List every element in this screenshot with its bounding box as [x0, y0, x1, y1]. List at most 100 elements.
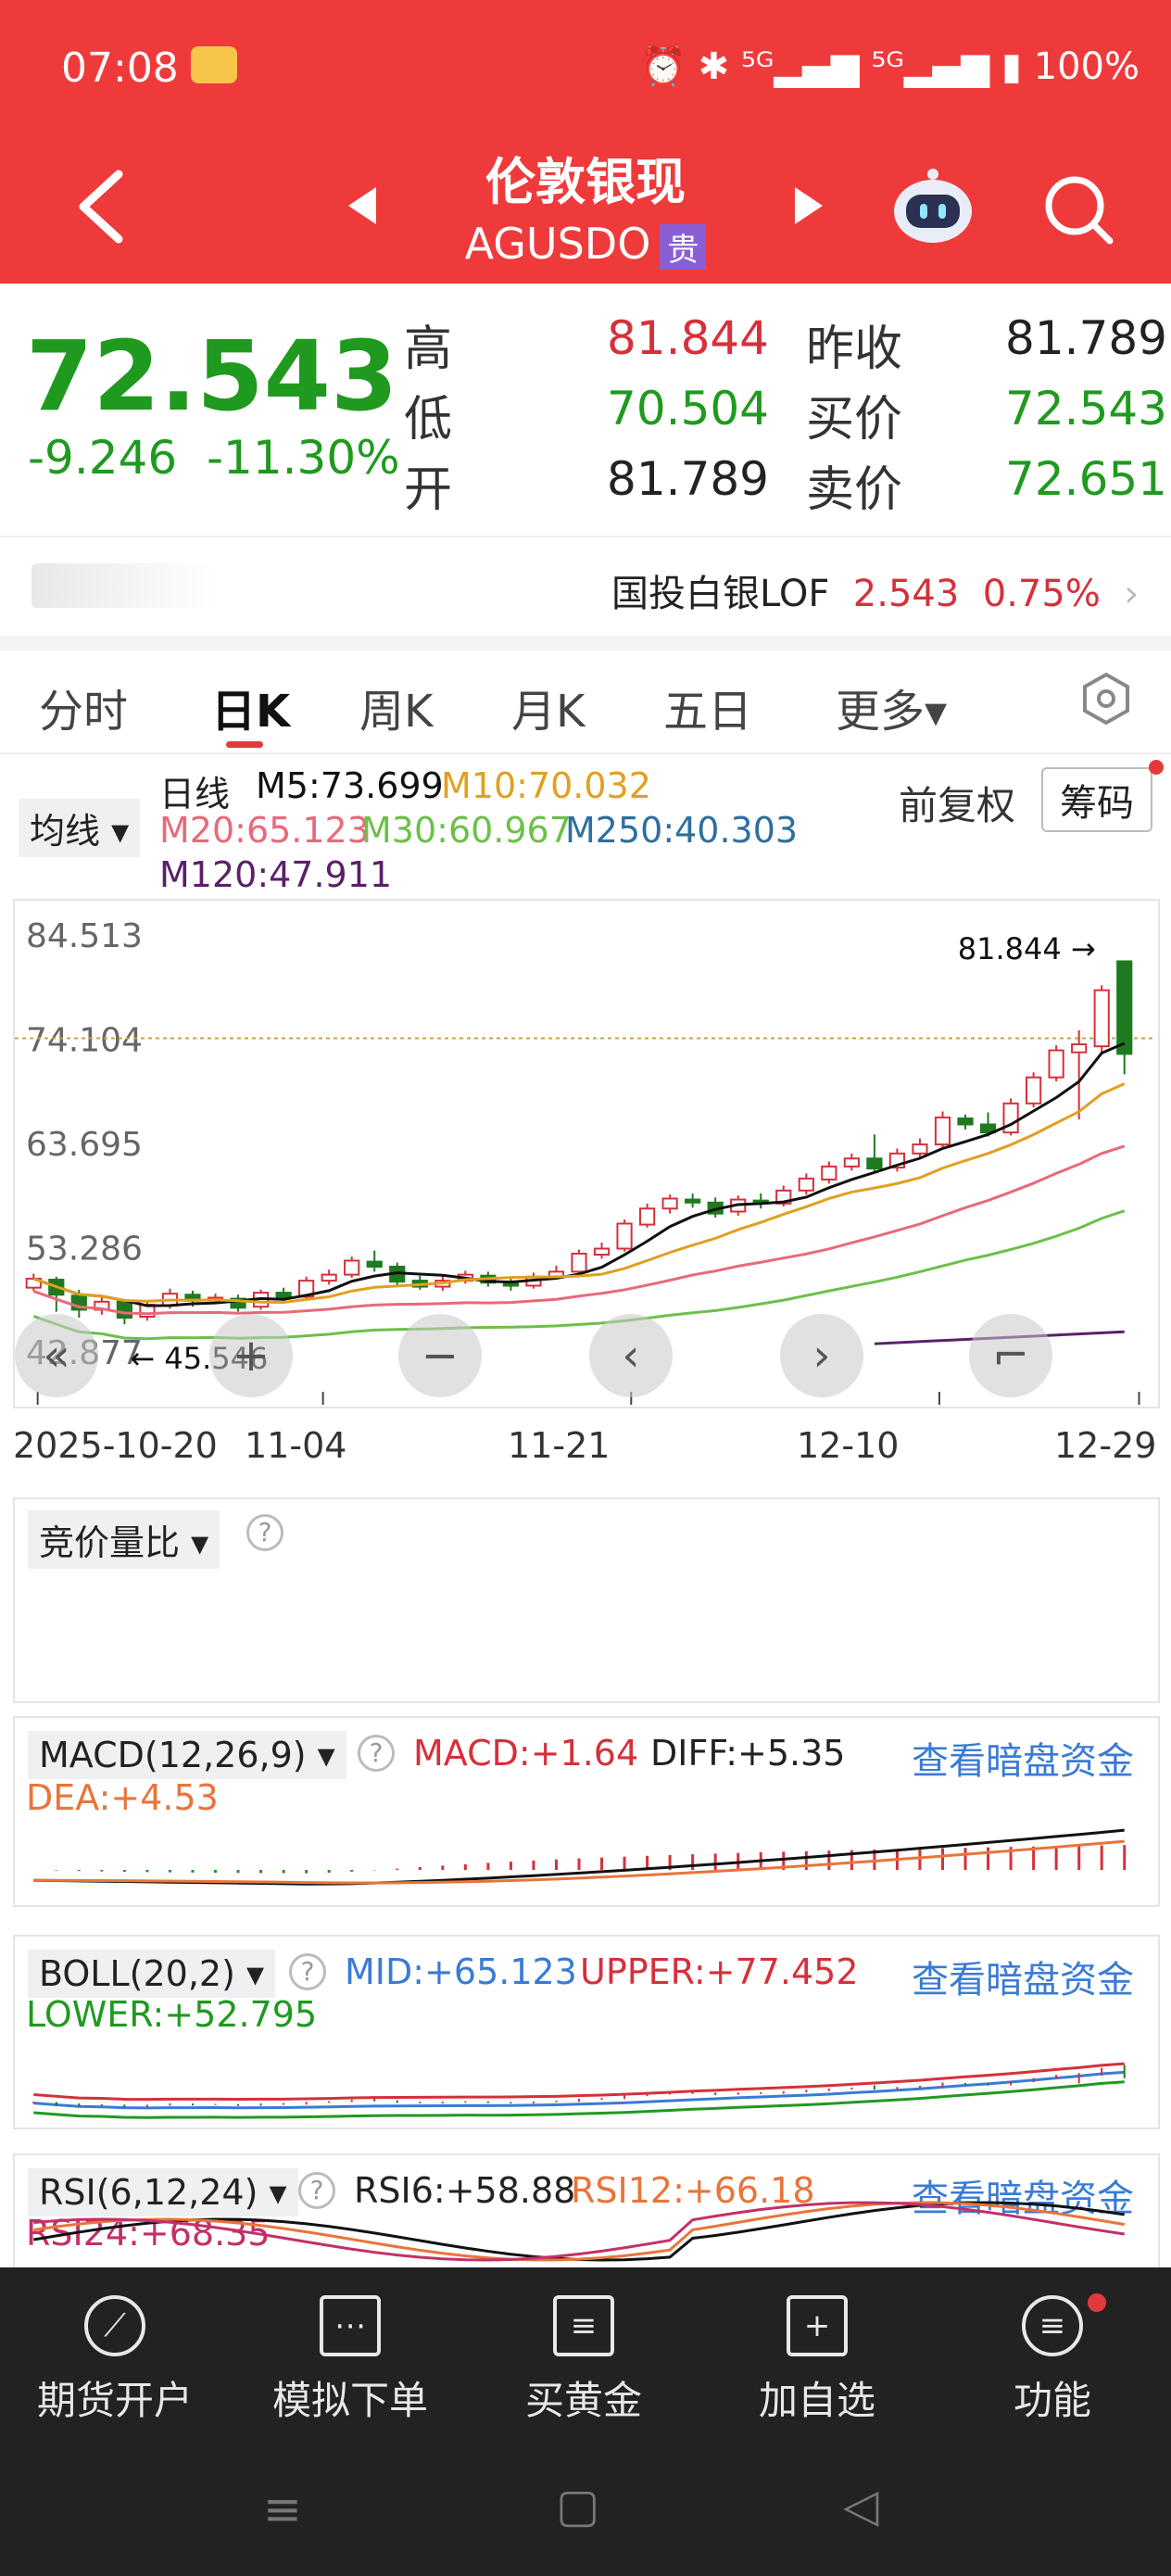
- double-chevron-left-icon: «: [43, 1330, 70, 1382]
- label-bid: 买价: [806, 392, 903, 448]
- nav-simulated-order[interactable]: ⋯ 模拟下单: [258, 2295, 443, 2426]
- scroll-left-button[interactable]: ‹: [589, 1314, 673, 1397]
- candle-body: [661, 1197, 678, 1210]
- ma10-value: M10:70.032: [441, 765, 651, 806]
- rsi-chart: [33, 2201, 1125, 2262]
- nav-functions[interactable]: ≡ 功能: [960, 2295, 1145, 2426]
- adjust-mode[interactable]: 前复权: [899, 775, 1015, 831]
- tab-five-day[interactable]: 五日: [663, 675, 752, 739]
- related-fund-name: 国投白银LOF: [611, 573, 830, 615]
- tab-daily-k[interactable]: 日K: [211, 675, 290, 739]
- tab-weekly-k[interactable]: 周K: [359, 675, 433, 739]
- instrument-code: AGUSDO 贵: [0, 219, 1171, 270]
- label-low: 低: [404, 392, 453, 448]
- y-tick-label: 74.104: [26, 1022, 143, 1060]
- nav-label: 加自选: [758, 2378, 875, 2423]
- nav-label: 买黄金: [524, 2378, 642, 2423]
- candle-body: [1026, 1076, 1042, 1105]
- next-instrument-button[interactable]: [793, 185, 826, 230]
- candle-body: [344, 1259, 360, 1276]
- ticker-placeholder: [31, 563, 217, 608]
- candle-body: [366, 1260, 383, 1268]
- tab-more[interactable]: 更多▾: [836, 675, 947, 739]
- ma-dropdown[interactable]: 均线 ▾: [19, 799, 141, 857]
- y-tick-label: 84.513: [26, 917, 143, 955]
- candle-body: [821, 1165, 837, 1181]
- notification-dot: [1088, 2293, 1106, 2312]
- document-icon: ⋯: [320, 2295, 381, 2356]
- candle-body: [1071, 1043, 1088, 1054]
- tab-indicator: [226, 741, 263, 748]
- rsi6-line: [33, 2201, 1125, 2262]
- robot-icon: [894, 169, 972, 243]
- value-prev-close: 81.789: [1005, 311, 1167, 365]
- candle-body: [866, 1157, 883, 1170]
- scroll-start-button[interactable]: «: [15, 1314, 98, 1397]
- zoom-in-button[interactable]: +: [209, 1314, 293, 1397]
- rsi24-line: [33, 2201, 1125, 2262]
- value-open: 81.789: [607, 452, 769, 506]
- candle-body: [1093, 989, 1110, 1048]
- menu-circle-icon: ≡: [1022, 2295, 1083, 2356]
- value-bid: 72.543: [1005, 382, 1167, 436]
- top-bar: 07:08 ⏰ ✱ ⁵ᴳ▂▄▆ ⁵ᴳ▂▄▆ ▮ 100% 伦敦银现 AGUSDO…: [0, 0, 1171, 284]
- high-label: 81.844 →: [958, 931, 1096, 966]
- notification-dot: [1149, 760, 1164, 775]
- receipt-icon: ≡: [553, 2295, 614, 2356]
- zoom-out-button[interactable]: −: [398, 1314, 482, 1397]
- candle-body: [843, 1157, 860, 1168]
- x-tick-1: 11-04: [245, 1425, 347, 1466]
- assistant-robot-button[interactable]: [891, 167, 975, 250]
- search-icon: [1045, 176, 1114, 245]
- nav-futures-account[interactable]: ⟋ 期货开户: [22, 2295, 208, 2426]
- y-tick-label: 63.695: [26, 1126, 143, 1164]
- minus-icon: −: [421, 1330, 460, 1382]
- related-fund-row[interactable]: 国投白银LOF 2.543 0.75% ›: [611, 563, 1139, 617]
- chips-button[interactable]: 筹码: [1041, 767, 1152, 832]
- chart-settings-button[interactable]: [1078, 671, 1134, 730]
- value-ask: 72.651: [1005, 452, 1167, 506]
- divider: [0, 536, 1171, 537]
- tab-intraday[interactable]: 分时: [39, 675, 128, 739]
- bottom-navigation: ⟋ 期货开户 ⋯ 模拟下单 ≡ 买黄金 + 加自选 ≡ 功能 ≡ ▢ ◁: [0, 2267, 1171, 2576]
- add-square-icon: +: [787, 2295, 848, 2356]
- dif-line: [33, 1828, 1125, 1886]
- x-tick-3: 12-10: [797, 1425, 900, 1466]
- tab-monthly-k[interactable]: 月K: [511, 675, 585, 739]
- scroll-right-button[interactable]: ›: [780, 1314, 863, 1397]
- nav-label: 功能: [1013, 2378, 1091, 2423]
- triangle-right-icon: [795, 187, 823, 224]
- nav-add-watchlist[interactable]: + 加自选: [724, 2295, 910, 2426]
- plus-icon: +: [232, 1330, 271, 1382]
- candle-body: [1116, 960, 1133, 1055]
- value-high: 81.844: [607, 311, 769, 365]
- candle-body: [798, 1177, 814, 1192]
- change-percent: -11.30%: [206, 431, 400, 485]
- change-value: -9.246: [28, 431, 178, 485]
- nav-label: 期货开户: [36, 2378, 193, 2423]
- settings-hexagon-icon: [1083, 672, 1129, 726]
- label-open: 开: [404, 462, 453, 518]
- search-button[interactable]: [1041, 172, 1115, 250]
- system-back-button[interactable]: ◁: [843, 2479, 878, 2532]
- macd-chart: [33, 1828, 1127, 1886]
- ma30-value: M30:60.967: [361, 810, 572, 851]
- system-home-button[interactable]: ▢: [556, 2479, 599, 2532]
- x-tick-0: 2025-10-20: [13, 1425, 218, 1466]
- candle-body: [616, 1222, 633, 1250]
- help-icon[interactable]: ?: [246, 1514, 283, 1551]
- auction-dropdown[interactable]: 竞价量比 ▾: [28, 1510, 220, 1569]
- status-icons: ⏰ ✱ ⁵ᴳ▂▄▆ ⁵ᴳ▂▄▆ ▮ 100%: [640, 45, 1140, 88]
- candle-body: [685, 1198, 701, 1204]
- app-notification-icon: [191, 46, 237, 83]
- section-gap: [0, 636, 1171, 650]
- candle-body: [912, 1143, 928, 1155]
- nav-buy-gold[interactable]: ≡ 买黄金: [491, 2295, 676, 2426]
- fullscreen-button[interactable]: ⌐: [969, 1314, 1052, 1397]
- rsi12-line: [33, 2201, 1125, 2262]
- candle-body: [1048, 1049, 1064, 1079]
- fullscreen-icon: ⌐: [991, 1330, 1030, 1382]
- system-menu-button[interactable]: ≡: [263, 2482, 302, 2536]
- chevron-right-icon: ›: [812, 1330, 831, 1382]
- candle-body: [638, 1207, 656, 1226]
